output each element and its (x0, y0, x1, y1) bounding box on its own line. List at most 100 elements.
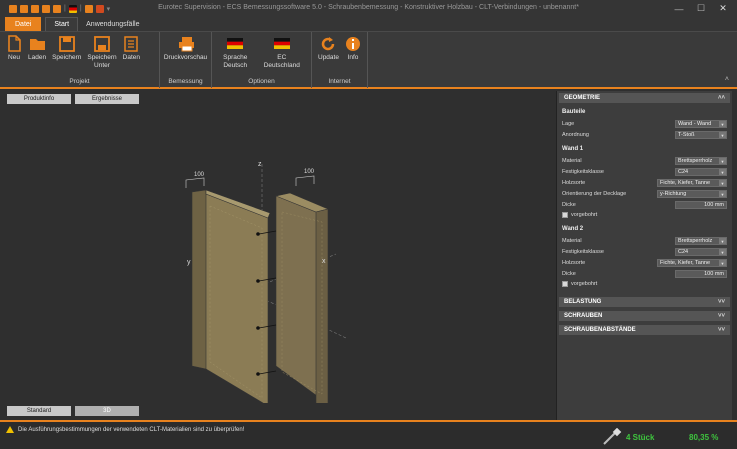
axis-label-z: z (258, 161, 262, 168)
tab-start[interactable]: Start (45, 17, 79, 31)
info-button[interactable]: Info (342, 35, 364, 78)
chevron-down-icon: ▼ (719, 132, 726, 138)
new-icon[interactable] (9, 4, 17, 13)
group-internet: Update Info Internet (312, 32, 368, 88)
tab-standard-view[interactable]: Standard (7, 406, 71, 416)
expand-chevron-icon[interactable]: ˅˅ (718, 313, 725, 319)
section-load-title: BELASTUNG (564, 299, 602, 305)
save-as-label: Speichern Unter (87, 54, 117, 69)
data-label: Daten (122, 54, 140, 61)
open-icon[interactable] (20, 4, 28, 13)
row-arrangement: Anordnung T-Stoß ▼ (557, 130, 732, 140)
print-icon[interactable] (84, 4, 93, 13)
wall1-orientation-select[interactable]: y-Richtung ▼ (657, 190, 727, 198)
load-label: Laden (28, 54, 47, 61)
title-bar: | | ▾ Eurotec Supervision - ECS Bemessun… (0, 0, 737, 17)
new-label: Neu (8, 54, 20, 61)
new-button[interactable]: Neu (3, 35, 25, 78)
minimize-button[interactable]: — (669, 2, 689, 15)
arrangement-value: T-Stoß (678, 132, 695, 138)
wall2-wood-value: Fichte, Kiefer, Tanne (660, 260, 711, 266)
chevron-down-icon: ▼ (719, 260, 726, 266)
update-icon[interactable] (95, 4, 104, 13)
wall2-material-label: Material (562, 238, 582, 244)
wall2-wood-label: Holzsorte (562, 260, 586, 266)
wall1-wood-select[interactable]: Fichte, Kiefer, Tanne ▼ (657, 179, 727, 187)
row-wall2-material: Material Brettsperrholz ▼ (557, 236, 732, 246)
tab-results[interactable]: Ergebnisse (75, 94, 139, 104)
wall2-predrilled-checkbox[interactable]: vorgebohrt (557, 279, 732, 289)
language-flag-icon[interactable] (68, 4, 77, 13)
save-as-icon[interactable] (42, 4, 50, 13)
eurocode-button[interactable]: EC Deutschland (261, 35, 303, 78)
print-preview-label: Druckvorschau (163, 54, 208, 61)
tab-file[interactable]: Datei (5, 17, 42, 31)
row-wall1-material: Material Brettsperrholz ▼ (557, 156, 732, 166)
group-project: Neu Laden Speichern Speichern Unter Date… (0, 32, 160, 88)
chevron-down-icon: ▼ (719, 238, 726, 244)
ribbon-tabs: Datei Start Anwendungsfälle (0, 17, 737, 31)
collapse-ribbon-button[interactable]: ˄ (725, 76, 729, 83)
tab-use-cases[interactable]: Anwendungsfälle (78, 17, 147, 31)
wall1-material-select[interactable]: Brettsperrholz ▼ (675, 157, 727, 165)
floppy-disk-icon (58, 35, 75, 52)
wall2-material-select[interactable]: Brettsperrholz ▼ (675, 237, 727, 245)
save-as-button[interactable]: Speichern Unter (84, 35, 119, 78)
subheading-wall-1: Wand 1 (562, 146, 584, 152)
expand-chevron-icon[interactable]: ˅˅ (718, 327, 725, 333)
wall1-predrilled-checkbox[interactable]: vorgebohrt (557, 210, 732, 220)
checkbox-icon (562, 212, 568, 218)
wall1-orientation-label: Orientierung der Decklage (562, 191, 627, 197)
language-label: Sprache Deutsch (223, 54, 248, 69)
wall2-strength-select[interactable]: C24 ▼ (675, 248, 727, 256)
row-wall1-orientation: Orientierung der Decklage y-Richtung ▼ (557, 189, 732, 199)
row-wall2-thickness: Dicke 100 mm (557, 269, 732, 279)
screw-count: 4 Stück (626, 433, 655, 442)
wall1-thickness-input[interactable]: 100 mm (675, 201, 727, 209)
wall1-wood-label: Holzsorte (562, 180, 586, 186)
3d-viewport[interactable]: 100 100 z y x (6, 106, 550, 407)
data-button[interactable]: Daten (120, 35, 143, 78)
close-button[interactable]: ✕ (713, 2, 733, 15)
arrangement-select[interactable]: T-Stoß ▼ (675, 131, 727, 139)
expand-chevron-icon[interactable]: ˅˅ (718, 299, 725, 305)
section-geometry-header[interactable]: GEOMETRIE ˄˄ (559, 93, 730, 103)
tab-product-info[interactable]: Produktinfo (7, 94, 71, 104)
info-label: Info (347, 54, 359, 61)
dimension-wall-2 (295, 175, 315, 186)
subheading-components: Bauteile (562, 109, 586, 115)
wall1-wood-value: Fichte, Kiefer, Tanne (660, 180, 711, 186)
wall1-material-label: Material (562, 158, 582, 164)
data-icon[interactable] (53, 4, 61, 13)
warning-icon (6, 426, 14, 433)
maximize-button[interactable]: ☐ (691, 2, 711, 15)
tab-3d-view[interactable]: 3D (75, 406, 139, 416)
customize-icon[interactable]: ▾ (107, 5, 111, 13)
section-load-header[interactable]: BELASTUNG ˅˅ (559, 297, 730, 307)
3d-model-view: 100 100 z y x (185, 161, 347, 407)
save-button[interactable]: Speichern (49, 35, 84, 78)
wall2-thickness-label: Dicke (562, 271, 576, 277)
print-preview-button[interactable]: Druckvorschau (163, 35, 208, 78)
save-as-icon (94, 35, 110, 52)
wall1-orientation-value: y-Richtung (660, 191, 687, 197)
axis-label-y: y (187, 259, 191, 266)
printer-icon (178, 35, 194, 52)
arrangement-label: Anordnung (562, 132, 589, 138)
update-button[interactable]: Update (315, 35, 342, 78)
warning-text: Die Ausführungsbestimmungen der verwende… (18, 426, 245, 433)
wall2-strength-value: C24 (678, 249, 689, 255)
load-button[interactable]: Laden (25, 35, 49, 78)
collapse-chevron-icon[interactable]: ˄˄ (718, 95, 725, 101)
wall2-predrilled-label: vorgebohrt (571, 281, 598, 287)
wall2-thickness-input[interactable]: 100 mm (675, 270, 727, 278)
section-screws-header[interactable]: SCHRAUBEN ˅˅ (559, 311, 730, 321)
position-select[interactable]: Wand - Wand ▼ (675, 120, 727, 128)
wall2-wood-select[interactable]: Fichte, Kiefer, Tanne ▼ (657, 259, 727, 267)
language-button[interactable]: Sprache Deutsch (220, 35, 250, 78)
wall-1-edge (191, 189, 207, 370)
save-icon[interactable] (31, 4, 39, 13)
chevron-down-icon: ▼ (719, 158, 726, 164)
section-screw-spacing-header[interactable]: SCHRAUBENABSTÄNDE ˅˅ (559, 325, 730, 335)
wall1-strength-select[interactable]: C24 ▼ (675, 168, 727, 176)
